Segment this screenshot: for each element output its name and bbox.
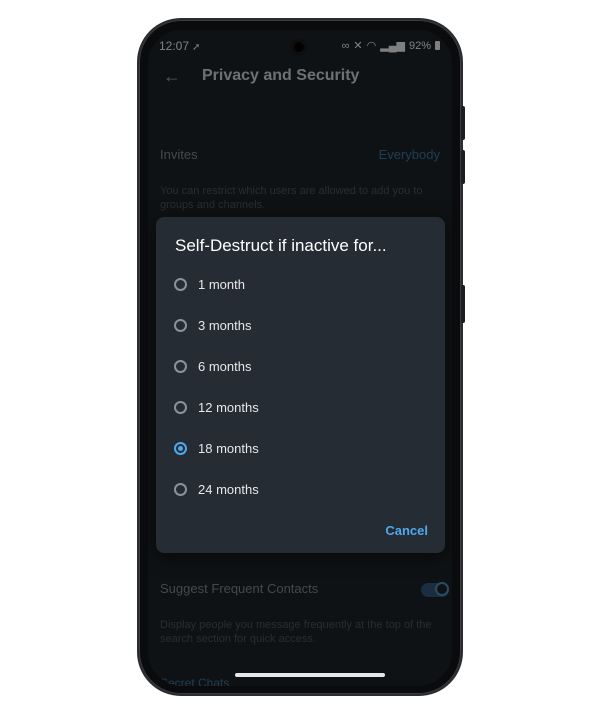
volume-down-button [461, 150, 465, 184]
home-indicator[interactable] [235, 673, 385, 677]
option-1-month[interactable]: 1 month [174, 273, 424, 295]
phone-frame: 12:07 ➚ ∞ ✕ ◠ ▂▄▆ 92% ← Privacy and Secur… [139, 20, 465, 694]
option-6-months[interactable]: 6 months [174, 355, 424, 377]
radio-button[interactable] [174, 482, 187, 496]
option-label: 1 month [198, 276, 245, 292]
option-label: 24 months [198, 481, 259, 497]
radio-button[interactable] [174, 277, 187, 291]
volume-up-button [461, 106, 465, 140]
option-12-months[interactable]: 12 months [174, 396, 424, 418]
option-3-months[interactable]: 3 months [174, 314, 424, 336]
option-24-months[interactable]: 24 months [174, 478, 424, 500]
radio-button[interactable] [174, 318, 187, 332]
self-destruct-dialog: Self-Destruct if inactive for... 1 month… [156, 217, 445, 553]
power-button [461, 285, 465, 323]
radio-button[interactable] [174, 400, 187, 414]
option-label: 12 months [198, 399, 259, 415]
option-18-months[interactable]: 18 months [174, 437, 424, 459]
radio-button-selected[interactable] [174, 441, 187, 455]
screen: 12:07 ➚ ∞ ✕ ◠ ▂▄▆ 92% ← Privacy and Secur… [148, 30, 452, 686]
radio-button[interactable] [174, 359, 187, 373]
option-label: 6 months [198, 358, 252, 374]
option-label: 3 months [198, 317, 252, 333]
option-label: 18 months [198, 440, 259, 456]
cancel-button[interactable]: Cancel [385, 523, 428, 538]
dialog-title: Self-Destruct if inactive for... [175, 236, 387, 255]
